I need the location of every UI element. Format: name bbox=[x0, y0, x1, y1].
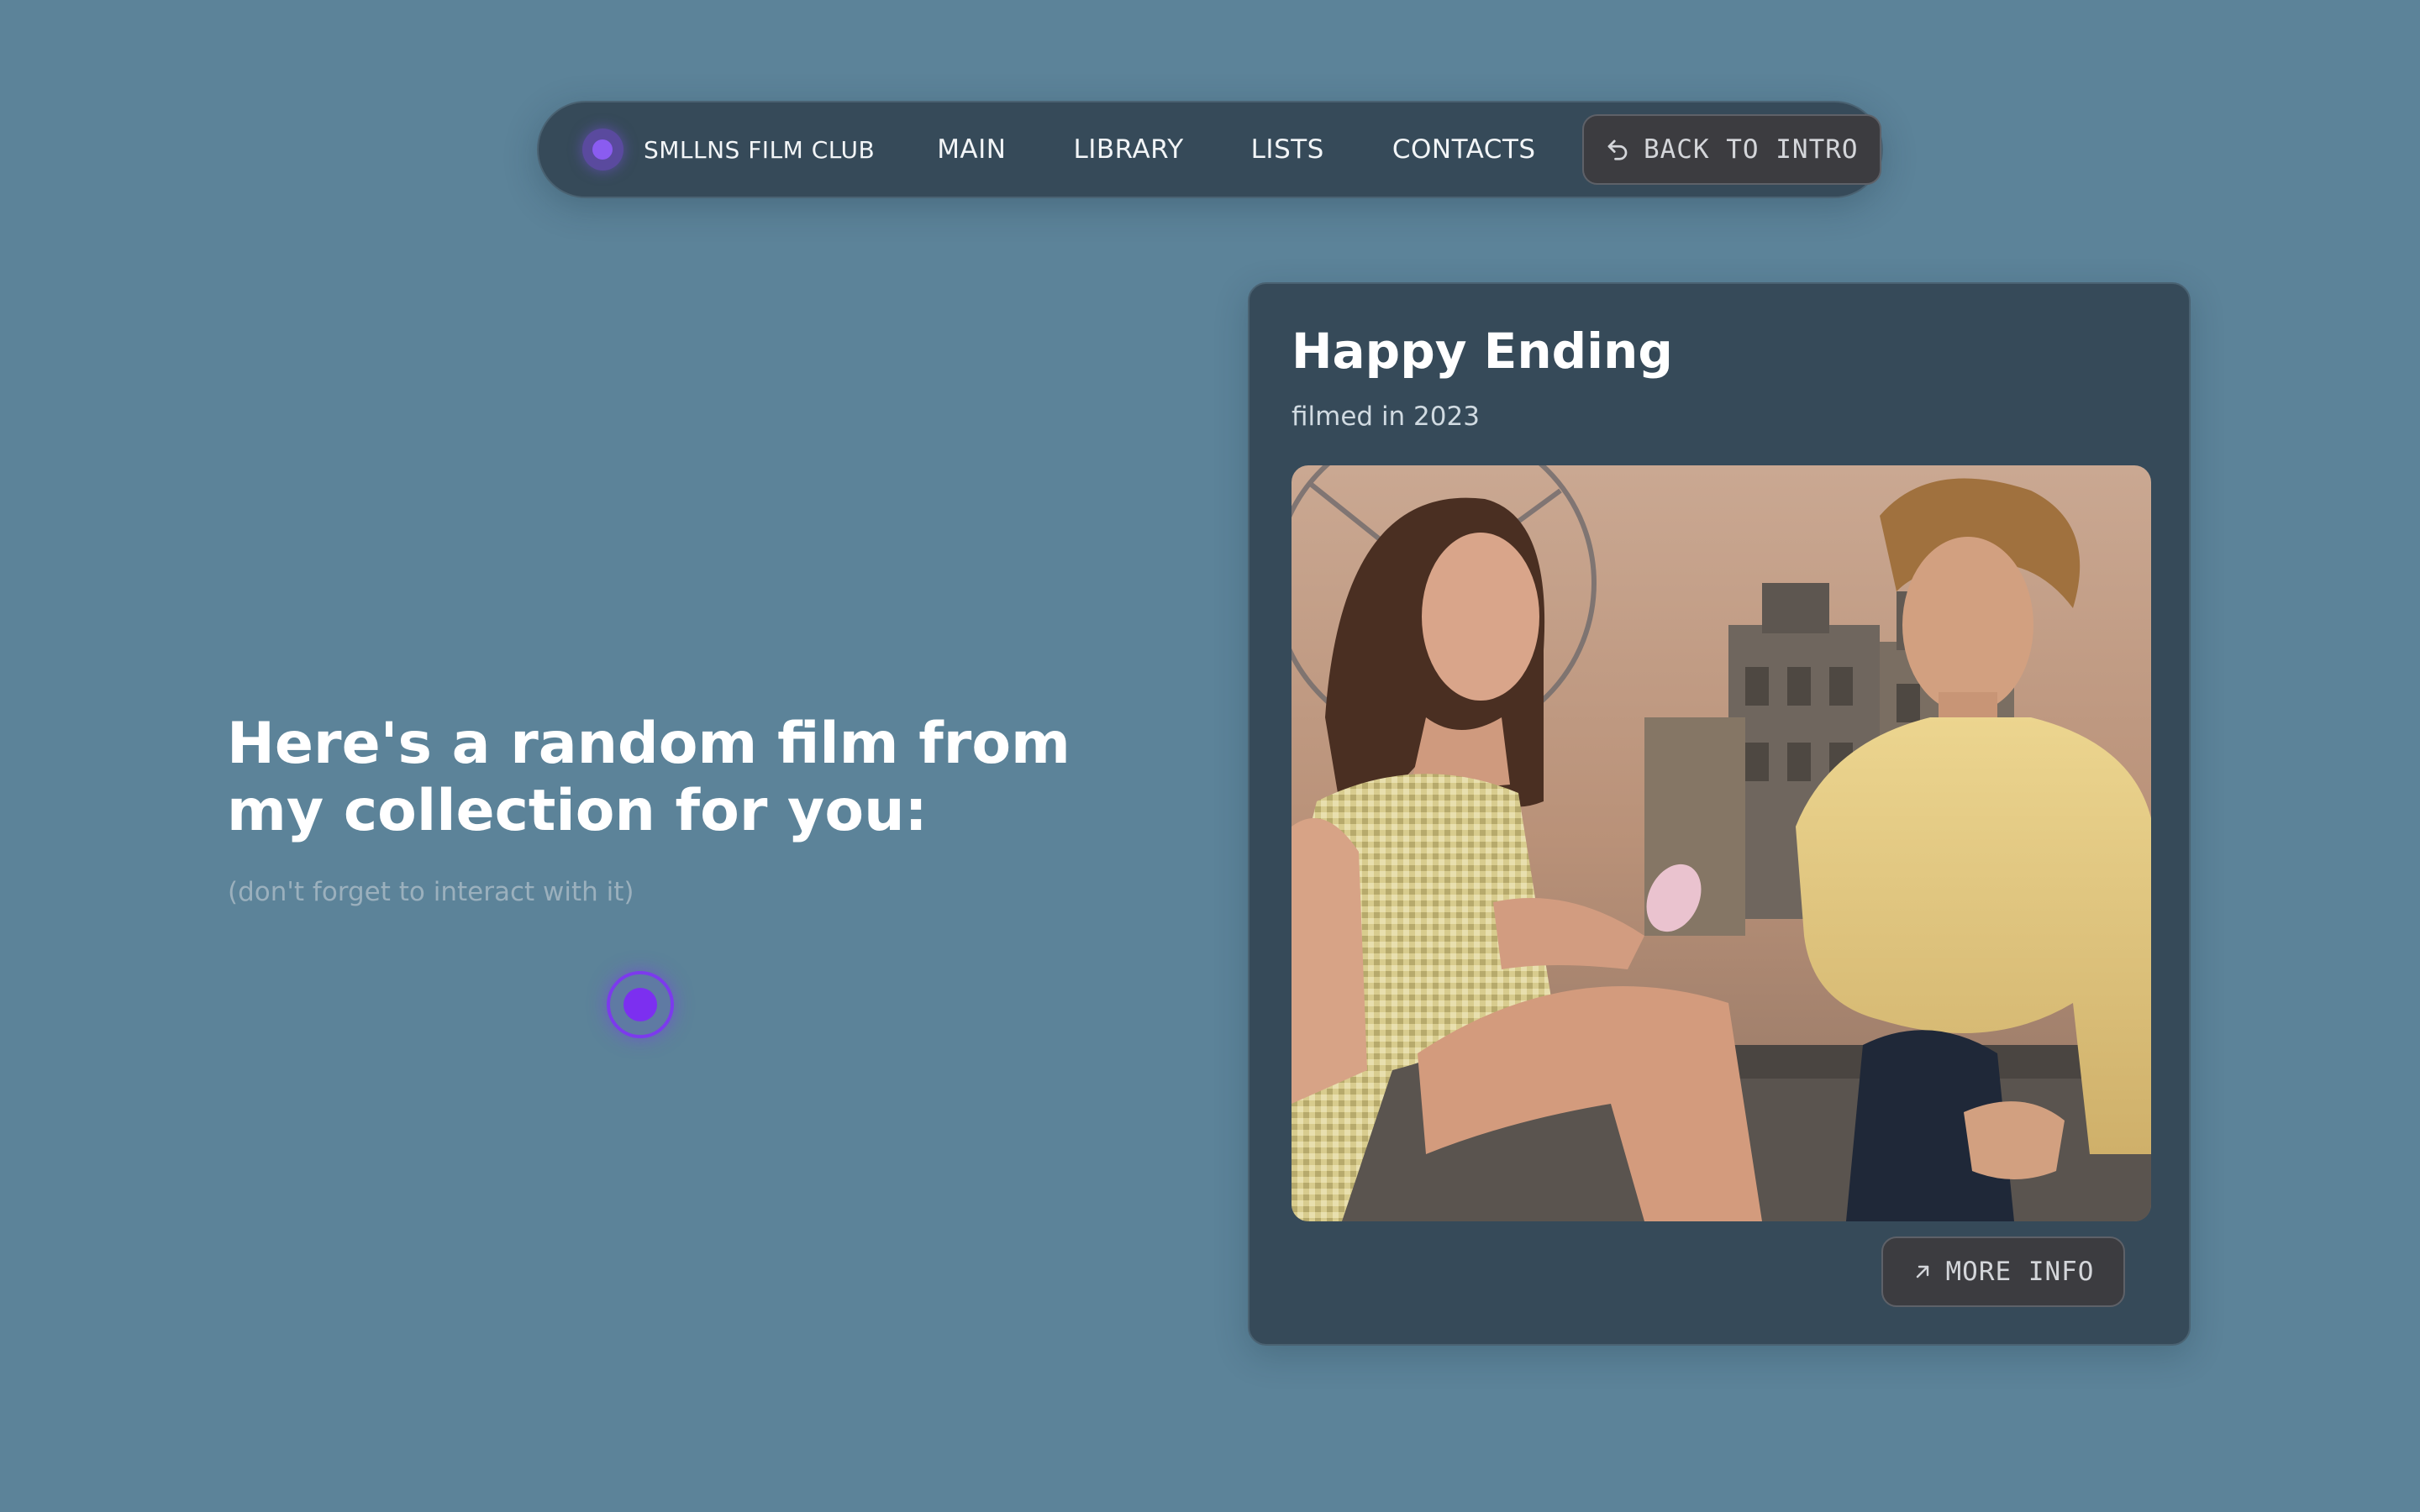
interactive-target-dot[interactable] bbox=[607, 971, 674, 1038]
back-to-intro-button[interactable]: BACK TO INTRO bbox=[1581, 114, 1881, 185]
hero-title: Here's a random film from my collection … bbox=[227, 711, 1071, 844]
arrow-up-right-icon bbox=[1912, 1262, 1933, 1282]
film-poster-image bbox=[1292, 465, 2151, 1221]
undo-arrow-icon bbox=[1605, 137, 1630, 162]
brand-name[interactable]: SMLLNS FILM CLUB bbox=[644, 136, 875, 164]
nav-link-lists[interactable]: LISTS bbox=[1251, 134, 1324, 165]
more-info-label: MORE INFO bbox=[1945, 1257, 2095, 1287]
hero-subtitle: (don't forget to interact with it) bbox=[228, 877, 634, 907]
nav-link-library[interactable]: LIBRARY bbox=[1073, 134, 1183, 165]
nav-link-contacts[interactable]: CONTACTS bbox=[1392, 134, 1536, 165]
more-info-button[interactable]: MORE INFO bbox=[1881, 1236, 2125, 1307]
top-navigation: SMLLNS FILM CLUB MAIN LIBRARY LISTS CONT… bbox=[537, 101, 1883, 198]
nav-link-main[interactable]: MAIN bbox=[937, 134, 1006, 165]
film-card: Happy Ending filmed in 2023 MORE INFO bbox=[1248, 282, 2191, 1346]
film-year: filmed in 2023 bbox=[1292, 402, 1480, 432]
film-title: Happy Ending bbox=[1292, 323, 1673, 380]
back-to-intro-label: BACK TO INTRO bbox=[1643, 134, 1859, 165]
brand-logo-icon[interactable] bbox=[582, 129, 623, 171]
